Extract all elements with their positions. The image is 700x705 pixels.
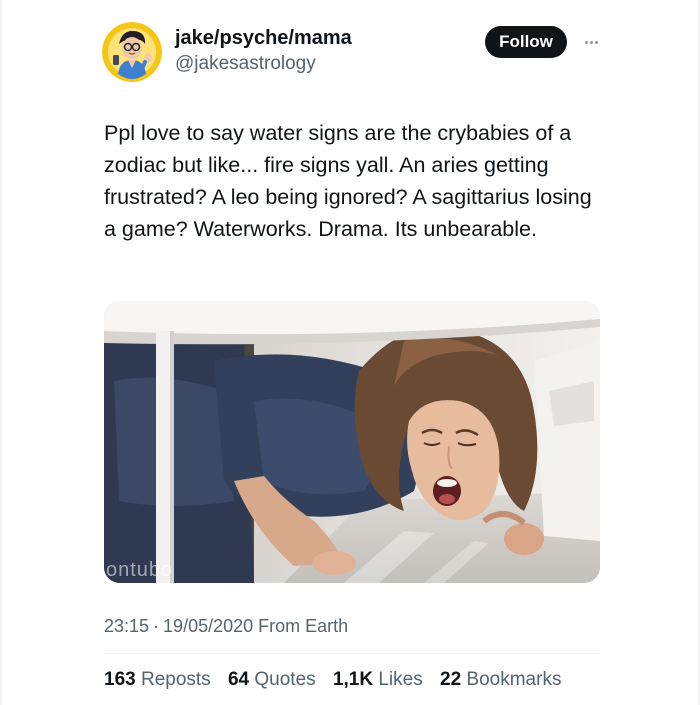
- divider: [104, 653, 600, 654]
- user-meta: jake/psyche/mama @jakesastrology: [175, 26, 352, 76]
- more-dots-icon[interactable]: [581, 32, 601, 52]
- reposts-stat[interactable]: 163 Reposts: [104, 667, 211, 693]
- separator-dot: ·: [153, 616, 160, 636]
- likes-count: 1,1K: [332, 669, 374, 690]
- likes-stat[interactable]: 1,1K Likes: [333, 667, 423, 693]
- tweet-text: Ppl love to say water signs are the cryb…: [104, 121, 592, 241]
- tweet-timestamp[interactable]: 23:15 · 19/05/2020 From Earth: [104, 614, 348, 638]
- tweet-date: 19/05/2020: [163, 616, 254, 636]
- follow-button[interactable]: Follow: [485, 26, 567, 58]
- crying-woman-under-table-image: [104, 301, 600, 583]
- reposts-label: Reposts: [140, 669, 211, 690]
- tweet-header: jake/psyche/mama @jakesastrology Follow: [102, 22, 602, 84]
- tweet-stats: 163 Reposts 64 Quotes 1,1K Likes 22 Book…: [104, 667, 573, 693]
- tweet-card: jake/psyche/mama @jakesastrology Follow …: [2, 0, 698, 705]
- quotes-count: 64: [227, 669, 250, 690]
- bookmarks-count: 22: [440, 669, 462, 690]
- tweet-media-image[interactable]: ontubo: [104, 301, 600, 583]
- cartoon-avatar-icon: [102, 22, 162, 82]
- bookmarks-label: Bookmarks: [466, 669, 562, 690]
- display-name[interactable]: jake/psyche/mama: [175, 26, 352, 50]
- quotes-label: Quotes: [254, 669, 316, 690]
- tweet-location: From Earth: [258, 616, 349, 636]
- media-watermark: ontubo: [106, 559, 174, 581]
- reposts-count: 163: [104, 669, 136, 690]
- quotes-stat[interactable]: 64 Quotes: [228, 667, 316, 693]
- bookmarks-stat[interactable]: 22 Bookmarks: [440, 667, 561, 693]
- likes-label: Likes: [378, 669, 423, 690]
- user-handle[interactable]: @jakesastrology: [175, 52, 352, 76]
- tweet-time: 23:15: [104, 616, 150, 636]
- avatar[interactable]: [102, 22, 162, 82]
